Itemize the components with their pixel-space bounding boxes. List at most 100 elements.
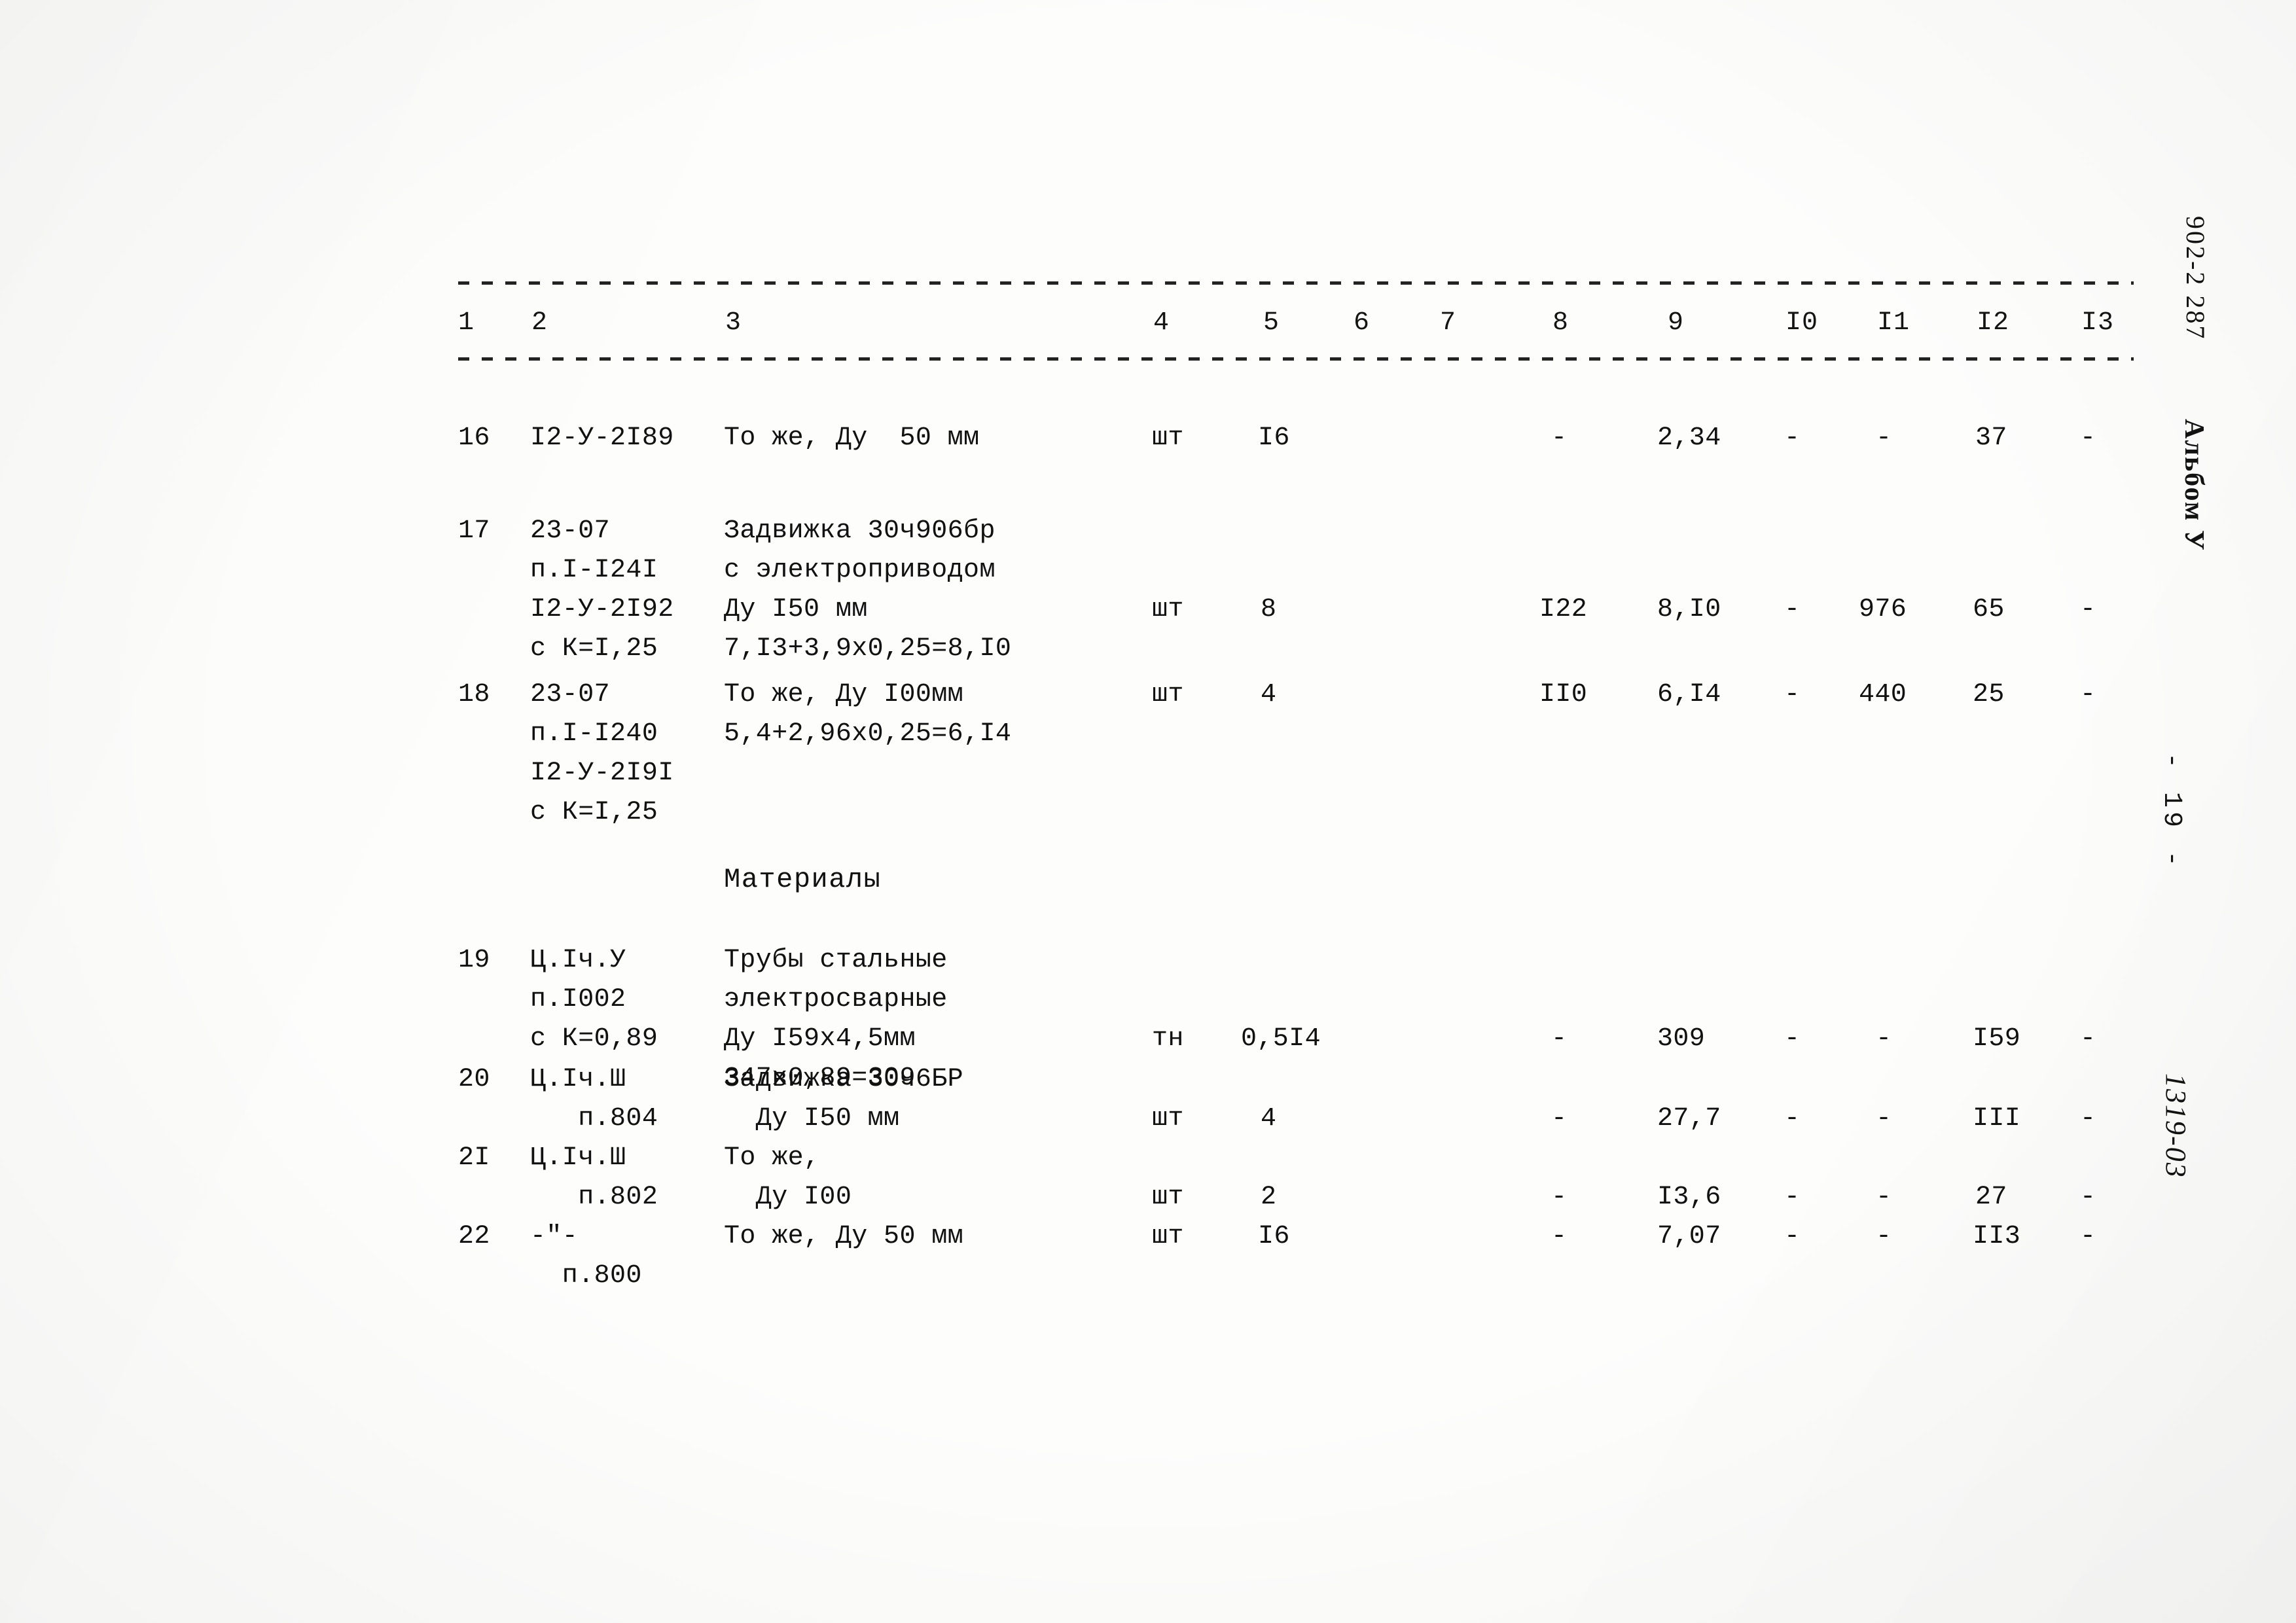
row-unit: шт [1152, 1222, 1184, 1251]
row-col8: - [1551, 1104, 1568, 1133]
row-col10: - [1784, 1024, 1801, 1054]
row-col13: - [2080, 1183, 2096, 1212]
row-col9: 6,I4 [1657, 680, 1721, 709]
row-col12: 27 [1975, 1183, 2007, 1212]
row-col12: III [1973, 1104, 2021, 1133]
row-code: Ц.Iч.Ш п.804 [530, 1065, 658, 1133]
row-quantity: I6 [1258, 423, 1290, 453]
row-col13: - [2080, 680, 2096, 709]
header-rule-bottom [458, 357, 2134, 361]
row-number: 19 [458, 946, 490, 975]
row-unit: тн [1152, 1024, 1184, 1054]
row-col8: - [1551, 1183, 1568, 1212]
row-col11: - [1876, 423, 1892, 453]
row-col8: - [1551, 1024, 1568, 1054]
column-header-1: 1 [458, 308, 475, 338]
row-col13: - [2080, 1222, 2096, 1251]
row-number: 18 [458, 680, 490, 709]
row-col11: - [1876, 1222, 1892, 1251]
row-col12: 65 [1973, 595, 2005, 624]
row-col8: I22 [1539, 595, 1588, 624]
row-col11: - [1876, 1024, 1892, 1054]
scan-vignette [0, 0, 2296, 1623]
row-code: Ц.Iч.У п.I002 с К=0,89 [530, 946, 658, 1054]
row-number: 16 [458, 423, 490, 453]
row-col9: I3,6 [1657, 1183, 1721, 1212]
column-header-11: I1 [1877, 308, 1910, 338]
row-code: 23-07 п.I-I240 I2-У-2I9I с К=I,25 [530, 680, 674, 827]
row-col9: 309 [1657, 1024, 1706, 1054]
row-unit: шт [1152, 423, 1184, 453]
row-col9: 27,7 [1657, 1104, 1721, 1133]
row-col8: - [1551, 423, 1568, 453]
column-header-5: 5 [1263, 308, 1280, 338]
margin-document-code: 902-2 287 [2181, 216, 2210, 341]
row-col10: - [1784, 595, 1801, 624]
row-col10: - [1784, 1222, 1801, 1251]
row-col12: II3 [1973, 1222, 2021, 1251]
row-col12: 25 [1973, 680, 2005, 709]
column-header-9: 9 [1668, 308, 1685, 338]
row-col9: 7,07 [1657, 1222, 1721, 1251]
section-title-materials: Материалы [724, 864, 882, 895]
row-unit: шт [1152, 1104, 1184, 1133]
header-rule-top [458, 281, 2134, 285]
scanned-page: 1 2 3 4 5 6 7 8 9 I0 I1 I2 I3 16 I2-У-2I… [0, 0, 2296, 1623]
row-code: I2-У-2I89 [530, 423, 674, 453]
column-header-4: 4 [1153, 308, 1170, 338]
row-quantity: 2 [1261, 1183, 1277, 1212]
row-description: То же, Ду 50 мм [724, 1222, 964, 1251]
column-header-8: 8 [1552, 308, 1570, 338]
row-unit: шт [1152, 680, 1184, 709]
row-col13: - [2080, 595, 2096, 624]
row-description: То же, Ду I00мм 5,4+2,96х0,25=6,I4 [724, 680, 1012, 749]
margin-album-label: Альбом У [2179, 419, 2209, 552]
row-col9: 2,34 [1657, 423, 1721, 453]
column-header-row: 1 2 3 4 5 6 7 8 9 I0 I1 I2 I3 [458, 300, 2134, 347]
row-number: 2I [458, 1143, 490, 1173]
row-col11: 976 [1859, 595, 1907, 624]
row-code: 23-07 п.I-I24I I2-У-2I92 с К=I,25 [530, 516, 674, 664]
column-header-6: 6 [1354, 308, 1371, 338]
column-header-7: 7 [1440, 308, 1457, 338]
row-code: Ц.Iч.Ш п.802 [530, 1143, 658, 1212]
row-col8: II0 [1539, 680, 1588, 709]
row-col10: - [1784, 1183, 1801, 1212]
row-description: Задвижка 30ч6БР Ду I50 мм [724, 1065, 964, 1133]
row-number: 17 [458, 516, 490, 546]
row-description: То же, Ду I00 [724, 1143, 852, 1212]
row-col12: I59 [1973, 1024, 2021, 1054]
margin-hand-note: 1319-03 [2160, 1073, 2192, 1179]
row-col8: - [1551, 1222, 1568, 1251]
row-quantity: 4 [1261, 1104, 1277, 1133]
column-header-12: I2 [1977, 308, 2010, 338]
row-number: 20 [458, 1065, 490, 1094]
row-description: Задвижка 30ч906бр с электроприводом Ду I… [724, 516, 1012, 664]
row-quantity: 4 [1261, 680, 1277, 709]
row-col10: - [1784, 680, 1801, 709]
row-col10: - [1784, 423, 1801, 453]
row-col11: - [1876, 1183, 1892, 1212]
row-quantity: I6 [1258, 1222, 1290, 1251]
row-col13: - [2080, 1104, 2096, 1133]
row-quantity: 8 [1261, 595, 1277, 624]
row-col10: - [1784, 1104, 1801, 1133]
row-number: 22 [458, 1222, 490, 1251]
row-col13: - [2080, 1024, 2096, 1054]
row-col13: - [2080, 423, 2096, 453]
row-quantity: 0,5I4 [1241, 1024, 1321, 1054]
row-col11: 440 [1859, 680, 1907, 709]
column-header-13: I3 [2081, 308, 2115, 338]
column-header-10: I0 [1785, 308, 1819, 338]
row-unit: шт [1152, 595, 1184, 624]
margin-page-number: - 19 - [2157, 753, 2186, 871]
row-col9: 8,I0 [1657, 595, 1721, 624]
scan-ink-texture [0, 0, 2296, 1623]
column-header-3: 3 [725, 308, 742, 338]
row-col12: 37 [1975, 423, 2007, 453]
row-col11: - [1876, 1104, 1892, 1133]
row-description: То же, Ду 50 мм [724, 423, 980, 453]
row-code: -"- п.800 [530, 1222, 642, 1291]
row-unit: шт [1152, 1183, 1184, 1212]
column-header-2: 2 [531, 308, 548, 338]
